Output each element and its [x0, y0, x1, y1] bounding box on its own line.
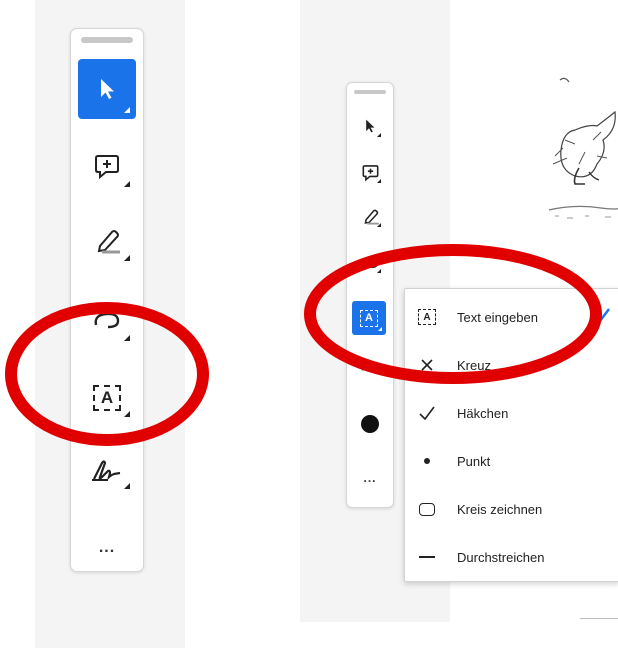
select-tool-button[interactable] [351, 107, 389, 145]
submenu-corner-indicator [377, 179, 381, 183]
submenu-corner-indicator [124, 107, 130, 113]
select-tool-button[interactable] [78, 59, 136, 119]
signature-icon [92, 460, 121, 481]
submenu-corner-indicator [124, 483, 130, 489]
color-dot-icon [361, 415, 379, 433]
comment-tool-button[interactable] [78, 137, 136, 195]
submenu-corner-indicator [124, 255, 130, 261]
document-illustration-image [548, 77, 618, 219]
menu-item-label: Häkchen [457, 405, 509, 421]
submenu-corner-indicator [124, 181, 130, 187]
submenu-corner-indicator [377, 133, 381, 137]
dot-icon [415, 449, 439, 473]
highlight-tool-button[interactable] [351, 197, 389, 235]
menu-item-durchstreichen[interactable]: Durchstreichen [405, 533, 618, 581]
annotation-ellipse-left [5, 302, 209, 446]
strikethrough-line-icon [415, 545, 439, 569]
color-picker-button[interactable] [351, 405, 389, 443]
more-ellipsis-icon: ... [98, 539, 116, 556]
pen-highlighter-icon [97, 230, 120, 254]
more-tools-button[interactable]: ... [351, 467, 389, 489]
menu-item-punkt[interactable]: Punkt [405, 437, 618, 485]
toolbar-drag-handle[interactable] [354, 90, 386, 94]
submenu-corner-indicator [377, 223, 381, 227]
highlight-tool-button[interactable] [78, 211, 136, 269]
menu-item-kreis-zeichnen[interactable]: Kreis zeichnen [405, 485, 618, 533]
more-ellipsis-icon: ... [363, 471, 377, 485]
circle-icon [415, 497, 439, 521]
menu-item-haekchen[interactable]: Häkchen [405, 389, 618, 437]
comment-plus-icon [362, 164, 378, 181]
annotation-ellipse-right [304, 244, 602, 384]
menu-item-label: Punkt [457, 453, 491, 469]
arrow-pointer-icon [366, 119, 375, 133]
arrow-pointer-icon [101, 79, 114, 99]
toolbar-drag-handle[interactable] [81, 37, 133, 43]
comment-plus-icon [95, 155, 119, 180]
menu-item-label: Kreis zeichnen [457, 501, 543, 517]
more-tools-button[interactable]: ... [78, 535, 136, 561]
menu-item-label: Durchstreichen [457, 549, 545, 565]
doc-divider [580, 618, 618, 619]
checkmark-icon [415, 401, 439, 425]
sign-tool-button[interactable] [78, 441, 136, 499]
comment-tool-button[interactable] [351, 153, 389, 191]
